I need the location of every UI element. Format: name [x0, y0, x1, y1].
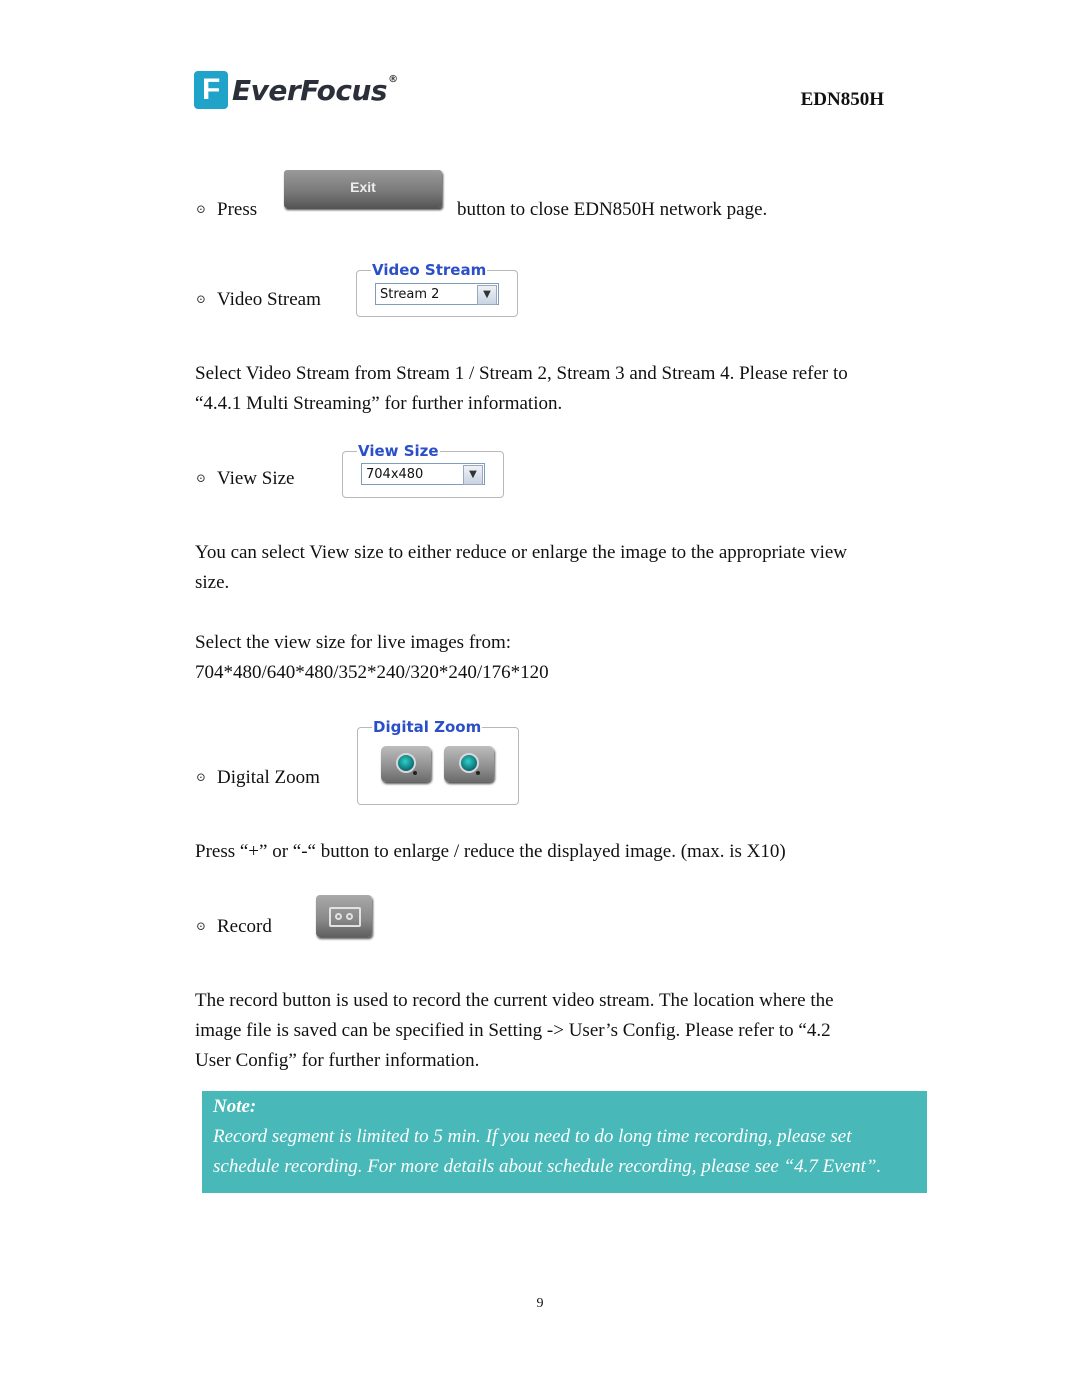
video-stream-description: Select Video Stream from Stream 1 / Stre… [195, 359, 895, 419]
description-line: “4.4.1 Multi Streaming” for further info… [195, 393, 563, 414]
brand-text: EverFocus [232, 73, 388, 107]
note-line: Record segment is limited to 5 min. If y… [213, 1126, 852, 1147]
options-list: 704*480/640*480/352*240/320*240/176*120 [195, 662, 549, 683]
zoom-out-icon [459, 753, 479, 773]
zoom-in-button[interactable] [381, 746, 431, 782]
digital-zoom-label: Digital Zoom [217, 767, 320, 788]
view-size-bullet: ⊙ [196, 469, 210, 487]
chevron-down-icon[interactable]: ▼ [463, 465, 483, 485]
digital-zoom-group-title: Digital Zoom [373, 718, 482, 736]
bullet-icon: ⊙ [196, 919, 207, 933]
description-line: Select Video Stream from Stream 1 / Stre… [195, 363, 848, 384]
registered-mark: ® [388, 73, 398, 85]
video-stream-select[interactable]: Stream 2 ▼ [375, 283, 499, 305]
model-name: EDN850H [800, 89, 884, 110]
bullet-icon: ⊙ [196, 471, 207, 485]
record-button[interactable] [316, 895, 372, 937]
view-size-label: View Size [217, 468, 295, 489]
note-box: Note: Record segment is limited to 5 min… [202, 1091, 927, 1193]
cassette-reel-right [346, 913, 353, 920]
video-stream-selected-value: Stream 2 [380, 287, 440, 302]
bullet-icon: ⊙ [196, 202, 207, 216]
everfocus-logo: F EverFocus® [194, 70, 398, 110]
description-line: size. [195, 572, 230, 593]
view-size-selected-value: 704x480 [366, 467, 424, 482]
zoom-in-icon [396, 753, 416, 773]
note-line: schedule recording. For more details abo… [213, 1156, 882, 1177]
record-label: Record [217, 916, 272, 937]
digital-zoom-description: Press “+” or “-“ button to enlarge / red… [195, 841, 786, 862]
video-stream-group-title: Video Stream [372, 261, 487, 279]
note-title: Note: [213, 1096, 257, 1117]
record-bullet: ⊙ [196, 917, 210, 935]
digital-zoom-bullet: ⊙ [196, 768, 210, 786]
video-stream-bullet: ⊙ [196, 290, 210, 308]
zoom-out-button[interactable] [444, 746, 494, 782]
cassette-record-icon [329, 907, 361, 927]
logo-mark-letter: F [202, 73, 221, 106]
exit-item-suffix: button to close EDN850H network page. [457, 199, 768, 220]
view-size-description: You can select View size to either reduc… [195, 538, 895, 598]
description-line: You can select View size to either reduc… [195, 542, 848, 563]
description-line: The record button is used to record the … [195, 990, 834, 1011]
record-description: The record button is used to record the … [195, 986, 895, 1076]
cassette-reel-left [335, 913, 342, 920]
options-intro: Select the view size for live images fro… [195, 632, 512, 653]
magnifier-handle [476, 771, 480, 775]
exit-button[interactable]: Exit [284, 170, 442, 208]
page-number: 9 [536, 1296, 544, 1311]
view-size-select[interactable]: 704x480 ▼ [361, 463, 485, 485]
view-size-group-title: View Size [358, 442, 439, 460]
view-size-options: Select the view size for live images fro… [195, 628, 895, 688]
description-line: image file is saved can be specified in … [195, 1020, 831, 1041]
exit-item-bullet: ⊙ [196, 200, 210, 218]
logo-mark-icon: F [194, 71, 228, 109]
description-line: User Config” for further information. [195, 1050, 480, 1071]
brand-name: EverFocus® [232, 74, 398, 107]
bullet-icon: ⊙ [196, 770, 207, 784]
video-stream-label: Video Stream [217, 289, 321, 310]
bullet-icon: ⊙ [196, 292, 207, 306]
chevron-down-icon[interactable]: ▼ [477, 285, 497, 305]
exit-item-prefix: Press [217, 199, 258, 220]
magnifier-handle [413, 771, 417, 775]
